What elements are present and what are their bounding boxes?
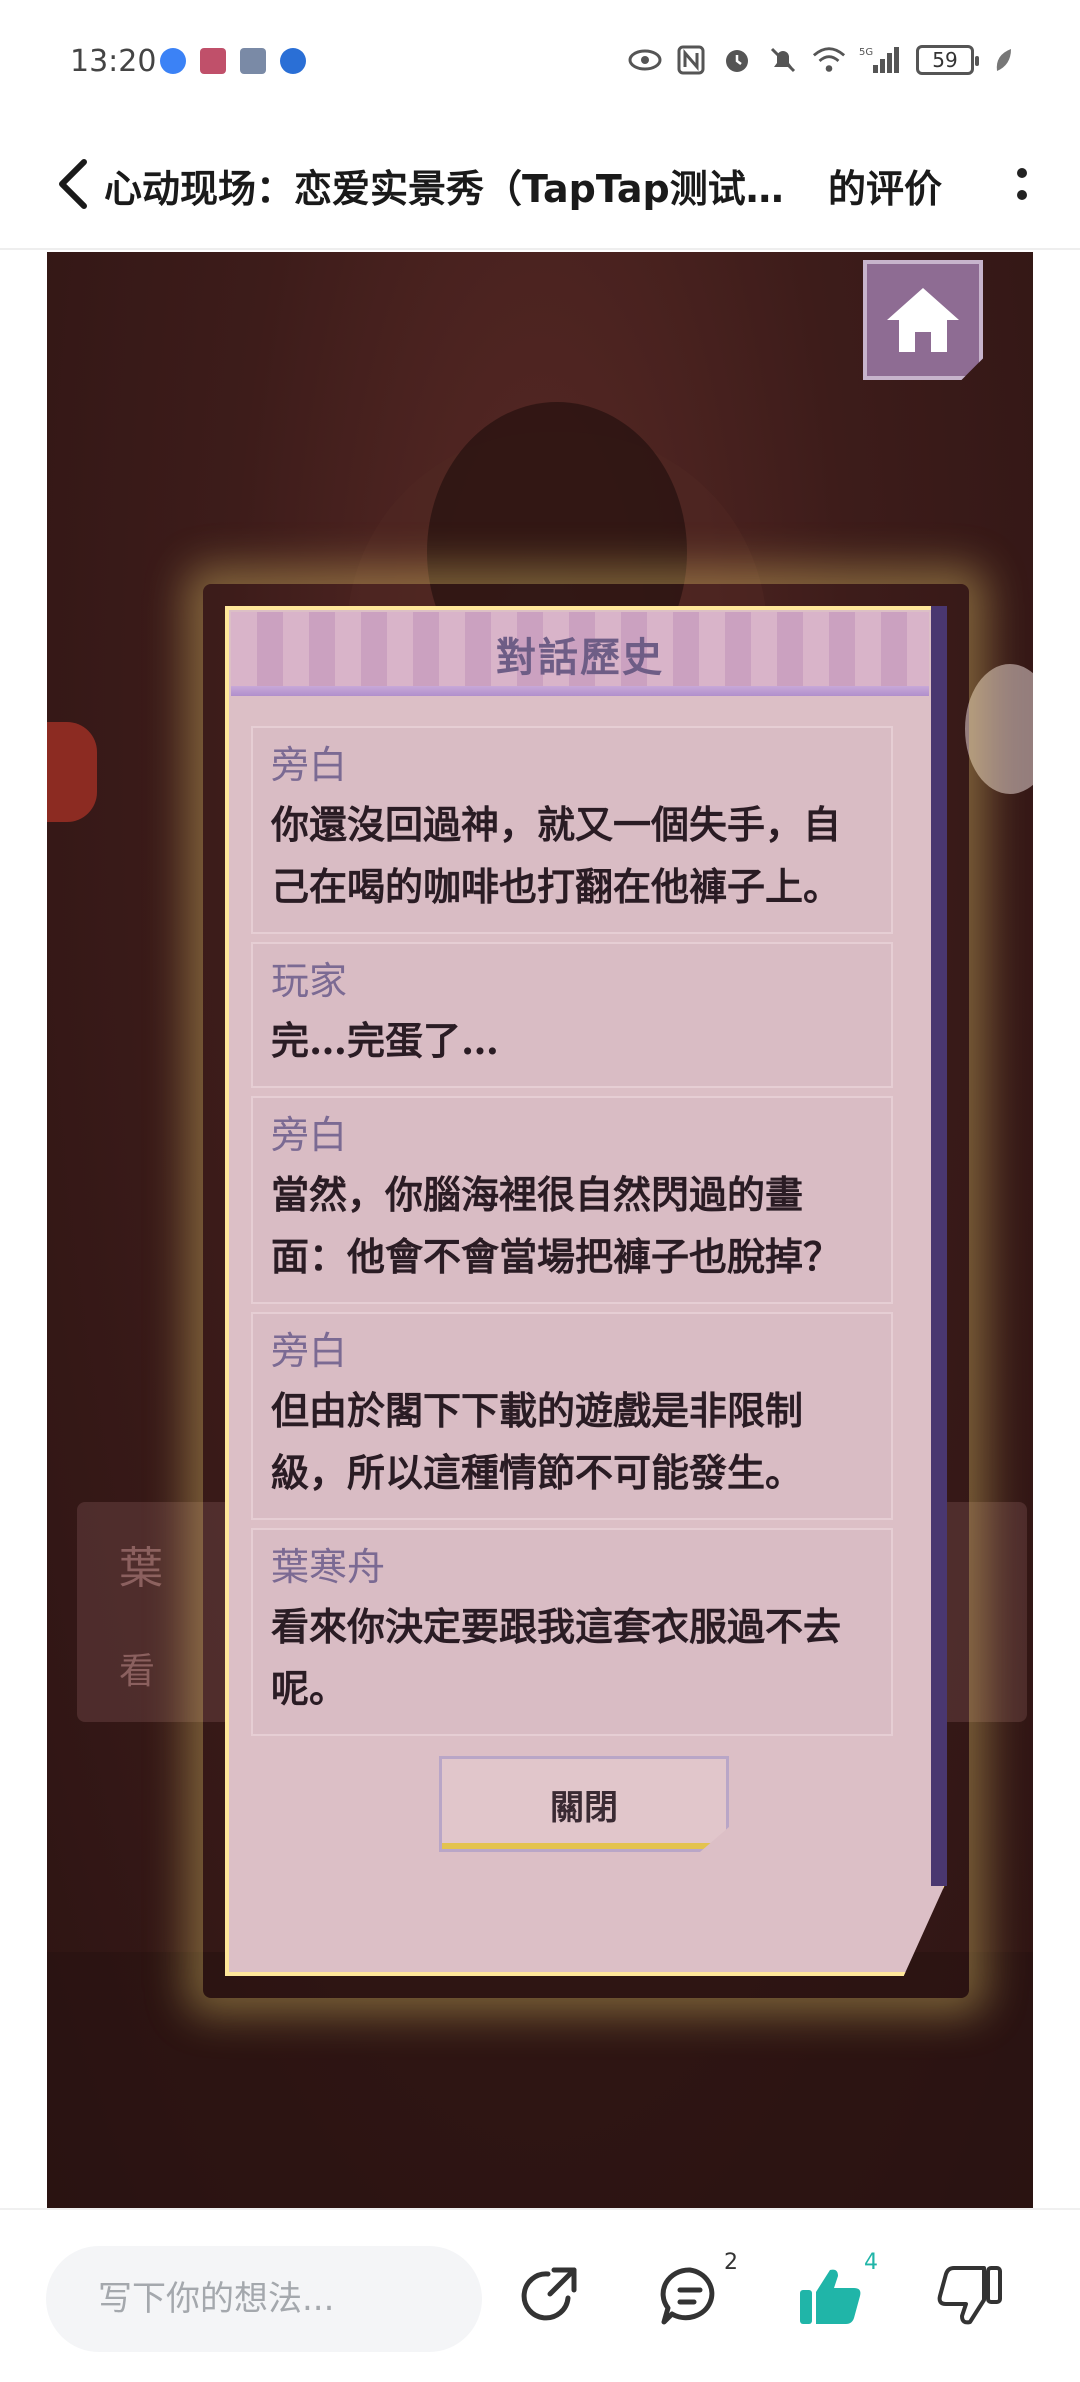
modal-side-accent	[931, 606, 947, 1886]
chevron-left-icon	[59, 159, 87, 209]
notification-icon	[160, 48, 186, 74]
signal-icon: 5G	[858, 43, 904, 77]
like-button[interactable]	[790, 2256, 870, 2336]
battery-indicator: 59	[916, 45, 979, 75]
modal-title: 對話歷史	[496, 634, 664, 681]
close-button[interactable]: 關閉	[439, 1756, 729, 1852]
more-dot-icon	[1017, 168, 1027, 178]
share-icon	[521, 2267, 577, 2321]
entry-speaker: 旁白	[271, 1113, 348, 1157]
comment-count: 2	[724, 2250, 738, 2275]
eye-icon	[628, 43, 662, 77]
dislike-button[interactable]	[930, 2256, 1010, 2336]
more-options-button[interactable]	[1012, 154, 1032, 214]
dialog-entry: 葉寒舟 看來你決定要跟我這套衣服過不去呢。	[251, 1528, 893, 1736]
entry-text: 當然，你腦海裡很自然閃過的畫面：他會不會當場把褲子也脫掉？	[271, 1172, 842, 1279]
modal-header: 對話歷史	[231, 612, 929, 696]
notification-icon	[200, 48, 226, 74]
page-title: 心动现场：恋爱实景秀（TapTap测试…	[104, 167, 784, 211]
comment-input[interactable]	[46, 2246, 482, 2352]
entry-text: 完…完蛋了…	[271, 1018, 500, 1063]
comment-icon	[660, 2267, 715, 2325]
dialog-history-modal: 對話歷史 旁白 你還沒回過神，就又一個失手，自己在喝的咖啡也打翻在他褲子上。 玩…	[225, 606, 947, 1976]
mute-icon	[766, 43, 800, 77]
status-icons: 5G 59	[628, 40, 1020, 80]
entry-text: 你還沒回過神，就又一個失手，自己在喝的咖啡也打翻在他褲子上。	[271, 802, 842, 909]
dialog-entries: 旁白 你還沒回過神，就又一個失手，自己在喝的咖啡也打翻在他褲子上。 玩家 完…完…	[251, 726, 893, 1744]
share-button[interactable]	[510, 2256, 590, 2336]
entry-text: 但由於閣下下載的遊戲是非限制級，所以這種情節不可能發生。	[271, 1388, 804, 1495]
dialog-entry: 旁白 當然，你腦海裡很自然閃過的畫面：他會不會當場把褲子也脫掉？	[251, 1096, 893, 1304]
leaf-icon	[986, 43, 1020, 77]
entry-speaker: 葉寒舟	[271, 1545, 386, 1589]
bottom-action-bar: 2 4	[0, 2208, 1080, 2382]
back-button[interactable]	[48, 152, 96, 216]
entry-text: 看來你決定要跟我這套衣服過不去呢。	[271, 1604, 842, 1711]
notification-icon	[280, 48, 306, 74]
game-screenshot: 葉 看 對話歷史 旁白 你還沒回過神，就又一個失手，自己在喝的咖啡也打翻在他褲子…	[47, 252, 1033, 2208]
game-dialog-name: 葉	[119, 1543, 163, 1594]
comment-button[interactable]	[650, 2256, 730, 2336]
notification-icon	[240, 48, 266, 74]
side-badge-icon	[47, 722, 97, 822]
thumbs-up-icon	[800, 2269, 861, 2324]
page-header: 心动现场：恋爱实景秀（TapTap测试… 的评价	[0, 120, 1080, 250]
thumbs-down-icon	[937, 2266, 1002, 2325]
status-time: 13:20	[70, 44, 157, 79]
dialog-entry: 旁白 但由於閣下下載的遊戲是非限制級，所以這種情節不可能發生。	[251, 1312, 893, 1520]
alarm-icon	[720, 43, 754, 77]
entry-speaker: 玩家	[271, 959, 348, 1003]
status-bar: 13:20 5G 59	[0, 0, 1080, 120]
page-title-suffix: 的评价	[828, 167, 943, 211]
more-dot-icon	[1017, 190, 1027, 200]
nfc-icon	[674, 43, 708, 77]
home-button[interactable]	[863, 260, 983, 380]
wifi-icon	[812, 43, 846, 77]
entry-speaker: 旁白	[271, 1329, 348, 1373]
dialog-entry: 旁白 你還沒回過神，就又一個失手，自己在喝的咖啡也打翻在他褲子上。	[251, 726, 893, 934]
game-dialog-text: 看	[119, 1651, 156, 1692]
svg-text:5G: 5G	[859, 47, 873, 58]
like-count: 4	[864, 2250, 878, 2275]
entry-speaker: 旁白	[271, 743, 348, 787]
home-icon	[887, 288, 959, 352]
dialog-entry: 玩家 完…完蛋了…	[251, 942, 893, 1088]
close-button-label: 關閉	[550, 1787, 618, 1828]
